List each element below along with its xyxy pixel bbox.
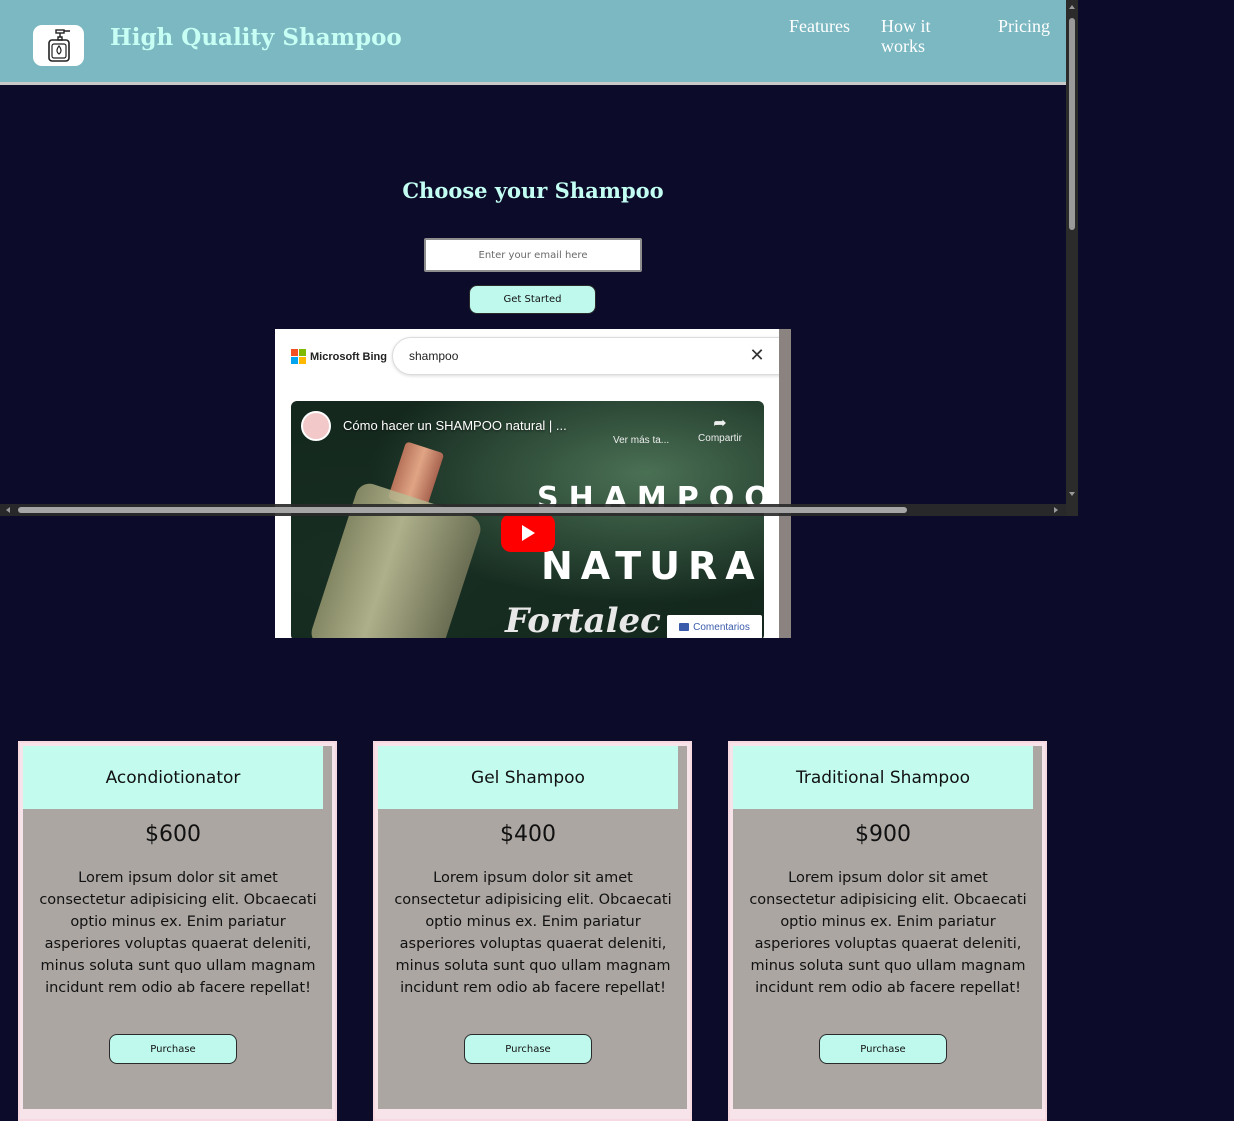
purchase-button[interactable]: Purchase [109,1034,237,1064]
card-description: Lorem ipsum dolor sit amet consectetur a… [39,870,317,996]
card-title: Acondiotionator [23,746,323,809]
video-overlay-text: Fortalec [505,601,661,638]
bing-search-query[interactable]: shampoo [409,349,458,363]
get-started-button[interactable]: Get Started [469,285,596,314]
share-button[interactable]: ➦ Compartir [695,413,745,444]
card-price: $900 [855,822,911,847]
pricing-card: Traditional Shampoo $900 Lorem ipsum dol… [728,741,1047,1121]
horizontal-scrollbar[interactable] [0,504,1066,516]
channel-avatar[interactable] [301,411,331,441]
pricing-card: Gel Shampoo $400 Lorem ipsum dolor sit a… [373,741,692,1121]
card-description: Lorem ipsum dolor sit amet consectetur a… [749,870,1027,996]
site-header: High Quality Shampoo Features How it wor… [0,0,1066,85]
shampoo-bottle-icon[interactable] [33,25,84,66]
video-overlay-text: NATURAL [541,544,764,588]
video-title[interactable]: Cómo hacer un SHAMPOO natural | ... [343,418,567,433]
horizontal-scroll-thumb[interactable] [18,507,907,513]
youtube-play-icon[interactable] [501,514,555,552]
brand-title: High Quality Shampoo [110,24,402,51]
card-price: $600 [145,822,201,847]
nav-link-how-it-works[interactable]: How it works [881,16,951,56]
email-input[interactable] [424,238,642,272]
scroll-left-arrow-icon[interactable] [6,507,10,513]
nav-link-pricing[interactable]: Pricing [998,16,1050,36]
share-icon: ➦ [713,415,727,432]
hero-title: Choose your Shampoo [402,178,664,203]
comments-label: Comentarios [693,621,750,633]
card-body: Gel Shampoo $400 Lorem ipsum dolor sit a… [378,746,687,1109]
card-price: $400 [500,822,556,847]
bing-video-embed: Microsoft Bing shampoo ✕ Cómo hacer un S… [275,329,791,638]
watch-later-label[interactable]: Ver más ta... [613,435,669,446]
microsoft-bing-logo[interactable]: Microsoft Bing [291,349,387,364]
scroll-up-arrow-icon[interactable] [1069,5,1075,9]
card-body: Acondiotionator $600 Lorem ipsum dolor s… [23,746,332,1109]
embed-scrollbar[interactable] [779,329,791,638]
card-title: Traditional Shampoo [733,746,1033,809]
scroll-down-arrow-icon[interactable] [1069,492,1075,496]
bing-brand-label: Microsoft Bing [310,350,387,363]
video-player[interactable]: Cómo hacer un SHAMPOO natural | ... Ver … [291,401,764,638]
pricing-card: Acondiotionator $600 Lorem ipsum dolor s… [18,741,337,1121]
vertical-scroll-thumb[interactable] [1069,18,1075,230]
purchase-button[interactable]: Purchase [819,1034,947,1064]
nav-link-features[interactable]: Features [789,16,850,36]
comments-button[interactable]: Comentarios [667,615,762,638]
purchase-button[interactable]: Purchase [464,1034,592,1064]
card-description: Lorem ipsum dolor sit amet consectetur a… [394,870,672,996]
card-body: Traditional Shampoo $900 Lorem ipsum dol… [733,746,1042,1109]
comment-icon [679,623,690,631]
close-icon[interactable]: ✕ [747,346,767,366]
card-title: Gel Shampoo [378,746,678,809]
vertical-scrollbar[interactable] [1066,0,1078,516]
scroll-right-arrow-icon[interactable] [1054,507,1058,513]
share-label: Compartir [698,433,742,444]
bing-search-box[interactable]: shampoo ✕ [392,337,791,375]
microsoft-logo-icon [291,349,306,364]
